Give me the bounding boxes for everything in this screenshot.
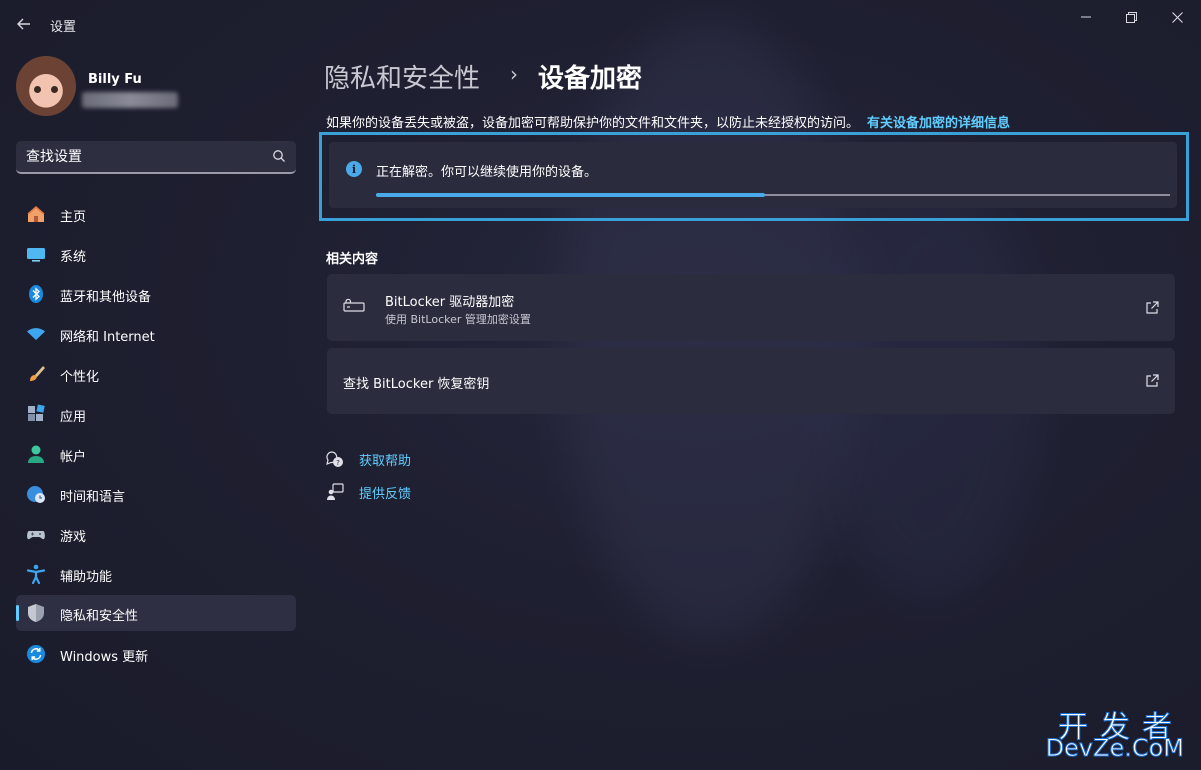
sidebar-item-home[interactable]: 主页 bbox=[16, 196, 296, 232]
description-text: 如果你的设备丢失或被盗，设备加密可帮助保护你的文件和文件夹，以防止未经授权的访问… bbox=[326, 116, 860, 131]
active-indicator bbox=[16, 605, 19, 621]
brush-icon bbox=[26, 364, 46, 384]
get-help-row[interactable]: ? 获取帮助 bbox=[326, 450, 411, 469]
globe-clock-icon bbox=[26, 484, 46, 504]
window-title: 设置 bbox=[50, 20, 77, 35]
decryption-status-card: i 正在解密。你可以继续使用你的设备。 bbox=[329, 142, 1177, 208]
learn-more-link[interactable]: 有关设备加密的详细信息 bbox=[867, 116, 1010, 131]
accessibility-icon bbox=[26, 564, 46, 584]
maximize-icon bbox=[1125, 11, 1137, 23]
info-icon: i bbox=[346, 161, 362, 177]
svg-text:?: ? bbox=[336, 459, 340, 467]
search-icon[interactable] bbox=[272, 149, 286, 163]
related-section-title: 相关内容 bbox=[326, 252, 379, 267]
apps-icon bbox=[26, 404, 46, 424]
shield-icon bbox=[26, 603, 46, 623]
sidebar-item-label: 主页 bbox=[60, 210, 87, 225]
sidebar-item-label: 隐私和安全性 bbox=[60, 609, 139, 624]
sidebar-item-label: 游戏 bbox=[60, 530, 87, 545]
open-external-icon[interactable] bbox=[1145, 301, 1159, 315]
card-title: BitLocker 驱动器加密 bbox=[385, 295, 515, 310]
avatar-eye bbox=[34, 86, 41, 93]
sidebar: Billy Fu 主页 系统 蓝牙和其他设备 网络和 Internet 个性化 … bbox=[0, 46, 306, 770]
page-title: 设备加密 bbox=[538, 64, 643, 94]
drive-lock-icon bbox=[343, 298, 365, 312]
maximize-button[interactable] bbox=[1120, 6, 1142, 28]
minimize-icon bbox=[1081, 16, 1091, 18]
close-button[interactable] bbox=[1166, 6, 1188, 28]
bitlocker-drive-encryption-card[interactable]: BitLocker 驱动器加密 使用 BitLocker 管理加密设置 bbox=[327, 274, 1175, 341]
bluetooth-icon bbox=[26, 284, 46, 304]
card-title: 查找 BitLocker 恢复密钥 bbox=[343, 377, 490, 392]
open-external-icon[interactable] bbox=[1145, 374, 1159, 388]
sidebar-item-label: 网络和 Internet bbox=[60, 330, 155, 345]
feedback-row[interactable]: 提供反馈 bbox=[326, 483, 411, 502]
back-button[interactable] bbox=[12, 12, 36, 36]
watermark-logo: 开发者 DevZe.CoM bbox=[1042, 702, 1192, 764]
user-name: Billy Fu bbox=[88, 72, 142, 87]
breadcrumb-separator: › bbox=[510, 62, 518, 86]
get-help-link[interactable]: 获取帮助 bbox=[359, 450, 411, 469]
progress-bar bbox=[376, 193, 1170, 197]
sidebar-item-label: 帐户 bbox=[60, 450, 87, 465]
search-box[interactable] bbox=[16, 141, 296, 174]
status-text: 正在解密。你可以继续使用你的设备。 bbox=[376, 165, 598, 180]
back-arrow-icon bbox=[17, 18, 30, 30]
page-description: 如果你的设备丢失或被盗，设备加密可帮助保护你的文件和文件夹，以防止未经授权的访问… bbox=[326, 112, 1010, 131]
user-email-redacted bbox=[82, 92, 178, 108]
title-bar: 设置 bbox=[0, 0, 1201, 46]
help-chat-icon: ? bbox=[326, 451, 343, 467]
sidebar-item-accounts[interactable]: 帐户 bbox=[16, 436, 296, 472]
sidebar-item-windows-update[interactable]: Windows 更新 bbox=[16, 636, 296, 672]
find-bitlocker-recovery-key-card[interactable]: 查找 BitLocker 恢复密钥 bbox=[327, 348, 1175, 414]
sidebar-item-label: 应用 bbox=[60, 410, 87, 425]
sidebar-item-network[interactable]: 网络和 Internet bbox=[16, 316, 296, 352]
watermark-line2: DevZe.CoM bbox=[1045, 734, 1184, 763]
sidebar-item-label: Windows 更新 bbox=[60, 650, 149, 665]
sidebar-item-accessibility[interactable]: 辅助功能 bbox=[16, 556, 296, 592]
progress-fill bbox=[376, 193, 766, 197]
sidebar-item-gaming[interactable]: 游戏 bbox=[16, 516, 296, 552]
status-highlight-frame: i 正在解密。你可以继续使用你的设备。 bbox=[319, 132, 1189, 221]
avatar[interactable] bbox=[16, 56, 76, 116]
search-input[interactable] bbox=[26, 148, 256, 164]
close-icon bbox=[1171, 11, 1183, 23]
sidebar-item-system[interactable]: 系统 bbox=[16, 236, 296, 272]
minimize-button[interactable] bbox=[1075, 6, 1097, 28]
sidebar-item-time-language[interactable]: 时间和语言 bbox=[16, 476, 296, 512]
sidebar-item-label: 辅助功能 bbox=[60, 570, 113, 585]
sidebar-item-bluetooth[interactable]: 蓝牙和其他设备 bbox=[16, 276, 296, 312]
sidebar-item-label: 个性化 bbox=[60, 370, 100, 385]
feedback-icon bbox=[327, 483, 344, 500]
sidebar-item-personalization[interactable]: 个性化 bbox=[16, 356, 296, 392]
sidebar-item-privacy-security[interactable]: 隐私和安全性 bbox=[16, 595, 296, 631]
wifi-icon bbox=[26, 324, 46, 344]
breadcrumb-parent[interactable]: 隐私和安全性 bbox=[324, 58, 480, 95]
home-icon bbox=[26, 204, 46, 224]
update-icon bbox=[26, 644, 46, 664]
card-subtitle: 使用 BitLocker 管理加密设置 bbox=[385, 313, 531, 326]
sidebar-item-label: 系统 bbox=[60, 250, 87, 265]
system-display-icon bbox=[26, 244, 46, 264]
sidebar-item-apps[interactable]: 应用 bbox=[16, 396, 296, 432]
feedback-link[interactable]: 提供反馈 bbox=[359, 483, 411, 502]
gamepad-icon bbox=[26, 524, 46, 544]
sidebar-item-label: 时间和语言 bbox=[60, 490, 126, 505]
sidebar-item-label: 蓝牙和其他设备 bbox=[60, 290, 152, 305]
account-icon bbox=[26, 444, 46, 464]
avatar-eye bbox=[51, 86, 58, 93]
